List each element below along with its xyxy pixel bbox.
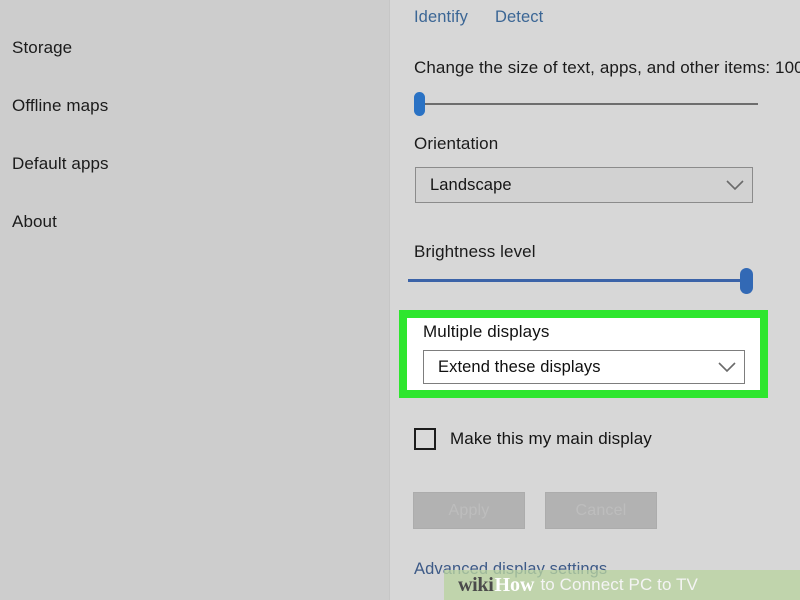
watermark-wiki-text: wiki [458, 574, 493, 597]
multiple-displays-group: Multiple displays Extend these displays [407, 318, 760, 390]
chevron-down-icon [710, 362, 744, 373]
chevron-down-icon [718, 180, 752, 191]
main-display-checkbox[interactable] [414, 428, 436, 450]
orientation-dropdown[interactable]: Landscape [415, 167, 753, 203]
wikihow-watermark: wiki How to Connect PC to TV [444, 570, 800, 600]
display-settings-pane: Identify Detect Change the size of text,… [390, 0, 800, 600]
scale-slider-thumb[interactable] [414, 92, 425, 116]
brightness-label: Brightness level [414, 242, 536, 262]
apply-button[interactable]: Apply [413, 492, 525, 529]
sidebar-item-default-apps[interactable]: Default apps [12, 154, 109, 174]
main-display-checkbox-label: Make this my main display [450, 429, 652, 449]
watermark-how-text: How [494, 574, 534, 597]
watermark-title-text: to Connect PC to TV [540, 575, 698, 595]
settings-display-screen: Storage Offline maps Default apps About … [0, 0, 800, 600]
scale-slider[interactable] [414, 92, 758, 116]
scale-slider-track[interactable] [414, 103, 758, 105]
multiple-displays-label: Multiple displays [423, 322, 549, 342]
multiple-displays-dropdown[interactable]: Extend these displays [423, 350, 745, 384]
brightness-slider-track[interactable] [408, 279, 748, 282]
sidebar-item-storage[interactable]: Storage [12, 38, 72, 58]
identify-link[interactable]: Identify [414, 8, 468, 27]
brightness-slider-thumb[interactable] [740, 268, 753, 294]
detect-link[interactable]: Detect [495, 8, 543, 27]
main-display-checkbox-row[interactable]: Make this my main display [414, 428, 652, 450]
orientation-selected-value: Landscape [416, 176, 718, 195]
scale-label: Change the size of text, apps, and other… [414, 58, 800, 78]
cancel-button[interactable]: Cancel [545, 492, 657, 529]
multiple-displays-highlight: Multiple displays Extend these displays [399, 310, 768, 398]
settings-sidebar: Storage Offline maps Default apps About [0, 0, 389, 600]
multiple-displays-selected-value: Extend these displays [424, 358, 710, 377]
sidebar-item-about[interactable]: About [12, 212, 57, 232]
orientation-label: Orientation [414, 134, 498, 154]
brightness-slider[interactable] [408, 268, 758, 294]
sidebar-item-offline-maps[interactable]: Offline maps [12, 96, 108, 116]
